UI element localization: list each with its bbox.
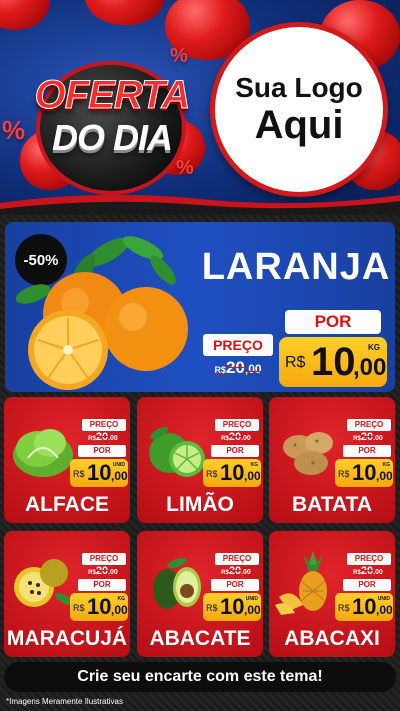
featured-product-card[interactable]: -50% LARANJA PREÇO R$20,00 POR R$ 10 ,00… [5,222,395,392]
price-cents: ,00 [111,603,128,617]
por-label: POR [285,310,381,334]
price-tag: R$ 10 ,00 UNID [70,459,128,487]
price-unit: KG [368,343,380,352]
currency: R$ [285,354,306,371]
oferta-do-dia-badge: OFERTA DO DIA % % % [2,45,208,195]
badge-title-line2: DO DIA [52,117,173,158]
price-unit: KG [382,462,391,468]
por-label: POR [343,579,391,591]
price-tag: R$ 10 ,00 KG [203,459,261,487]
product-name: MARACUJÁ [6,627,128,650]
old-price: R$20,00 [221,565,251,577]
balloon-decoration [0,0,50,30]
product-card[interactable]: PREÇO R$20,00 POR R$ 10 ,00 KG LIMÃO [137,397,263,523]
old-price: R$20,00 [88,431,118,443]
featured-product-name: LARANJA [201,246,391,288]
price-integer: 10 [311,340,356,384]
currency: R$ [73,603,85,613]
preco-label: PREÇO [82,553,126,565]
price-tag: R$ 10 ,00 UNID [203,593,261,621]
currency: R$ [206,603,218,613]
preco-label: PREÇO [215,419,259,431]
price-unit: UNID [245,596,258,602]
product-card[interactable]: PREÇO R$20,00 POR R$ 10 ,00 UNID ABACATE [137,531,263,657]
por-label: POR [211,445,259,457]
lettuce-icon [13,429,73,477]
currency: R$ [73,469,85,479]
preco-label: PREÇO [82,419,126,431]
currency: R$ [338,603,350,613]
price-tag: R$ 10 ,00 KG [335,459,393,487]
price-cents: ,00 [244,603,261,617]
preco-label: PREÇO [347,553,391,565]
por-label: POR [343,445,391,457]
preco-label: PREÇO [215,553,259,565]
product-name: ALFACE [25,493,109,516]
old-price: R$20,00 [353,431,383,443]
product-name: BATATA [291,493,373,516]
product-card[interactable]: PREÇO R$20,00 POR R$ 10 ,00 KG BATATA [269,397,395,523]
price-integer: 10 [220,594,245,619]
new-price-block: POR R$ 10 ,00 KG [279,310,387,387]
por-label: POR [211,579,259,591]
product-card[interactable]: PREÇO R$20,00 POR R$ 10 ,00 UNID ABACAXI [269,531,395,657]
price-unit: UNID [377,596,390,602]
currency: R$ [338,469,350,479]
old-price: R$20,00 [353,565,383,577]
currency: R$ [206,469,218,479]
orange-icon [15,236,188,390]
price-tag: R$ 10 ,00 KG [70,593,128,621]
product-card[interactable]: PREÇO R$20,00 POR R$ 10 ,00 KG MARACUJÁ [4,531,130,657]
product-name: ABACAXI [284,627,380,650]
price-unit: KG [250,462,259,468]
badge-title-line1: OFERTA [34,73,191,118]
avocado-icon [153,557,201,609]
por-label: POR [78,445,126,457]
percent-icon: % [2,115,26,145]
price-unit: UNID [112,462,125,468]
price-cents: ,00 [353,354,387,381]
price-integer: 10 [352,594,377,619]
price-tag: R$ 10 ,00 UNID [335,593,393,621]
old-price: R$20,00 [88,565,118,577]
product-name: ABACATE [149,627,251,650]
percent-icon: % [176,157,194,179]
price-unit: KG [117,596,126,602]
product-card[interactable]: PREÇO R$20,00 POR R$ 10 ,00 UNID ALFACE [4,397,130,523]
passion-fruit-icon [14,559,73,607]
price-integer: 10 [87,594,112,619]
percent-icon: % [170,45,188,67]
price-tag: R$ 10 ,00 KG [279,337,387,387]
logo-placeholder[interactable]: Sua Logo Aqui [210,22,388,197]
potato-icon [283,432,333,475]
lime-icon [149,426,205,477]
price-integer: 10 [352,460,377,485]
price-cents: ,00 [376,469,393,483]
old-price: R$20,00 [221,431,251,443]
preco-label: PREÇO [347,419,391,431]
price-integer: 10 [87,460,112,485]
price-integer: 10 [220,460,245,485]
logo-text-line2: Aqui [254,102,344,147]
preco-label: PREÇO [203,334,273,356]
header-banner: OFERTA DO DIA % % % Sua Logo Aqui [0,0,400,215]
product-name: LIMÃO [166,493,234,516]
logo-text-line1: Sua Logo [235,71,363,103]
balloon-decoration [85,0,165,25]
pineapple-icon [275,551,327,615]
old-price-block: PREÇO R$20,00 [203,334,273,384]
header-wave-divider [0,194,400,215]
cta-banner[interactable]: Crie seu encarte com este tema! [4,662,396,692]
por-label: POR [78,579,126,591]
price-cents: ,00 [244,469,261,483]
price-cents: ,00 [376,603,393,617]
price-cents: ,00 [111,469,128,483]
old-price: R$20,00 [214,358,262,377]
disclaimer-text: *Imagens Meramente Ilustrativas [6,697,123,706]
